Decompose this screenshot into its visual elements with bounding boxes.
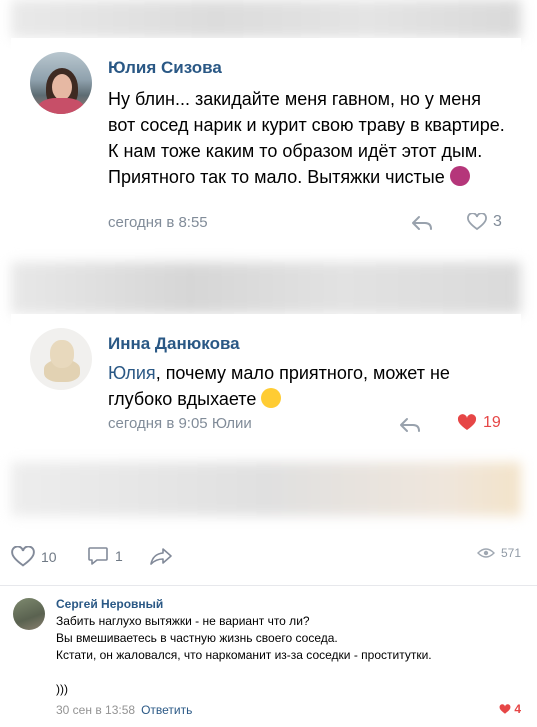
view-count: 571 <box>500 546 521 560</box>
heart-filled-icon <box>457 414 477 430</box>
post-like-count: 10 <box>41 549 57 565</box>
comment-date[interactable]: 30 сен в 13:58 <box>56 703 135 717</box>
like-button[interactable]: 19 <box>457 414 501 432</box>
heart-outline-icon <box>467 213 487 231</box>
comment-card: Юлия Сизова Ну блин... закидайте меня га… <box>11 38 521 262</box>
comment-author[interactable]: Сергей Неровный <box>56 597 163 611</box>
comment-time[interactable]: сегодня в 9:05 Юлии <box>108 415 252 432</box>
laughing-face-icon <box>261 388 282 408</box>
comment-text: Забить наглухо вытяжки - не вариант что … <box>56 614 432 696</box>
blurred-content-bottom <box>11 462 521 516</box>
mention-link[interactable]: Юлия <box>108 363 156 383</box>
comment-text: Ну блин... закидайте меня гавном, но у м… <box>108 89 505 187</box>
reply-comment: Сергей Неровный Забить наглухо вытяжки -… <box>0 590 537 727</box>
post-comment-count: 1 <box>115 548 123 564</box>
post-action-bar: 10 1 571 <box>11 540 521 576</box>
like-count: 19 <box>483 414 501 431</box>
like-button[interactable]: 3 <box>467 213 502 231</box>
like-count: 4 <box>514 702 521 716</box>
comment-meta: 30 сен в 13:58 Ответить <box>56 703 192 717</box>
post-share-button[interactable] <box>149 546 173 566</box>
blurred-content-middle <box>11 262 521 314</box>
comment-text: Юлия, почему мало приятного, может не гл… <box>108 363 450 409</box>
comment-author[interactable]: Юлия Сизова <box>108 58 222 78</box>
heart-outline-icon <box>11 546 35 567</box>
avatar[interactable] <box>30 328 92 390</box>
comment-card: Инна Данюкова Юлия, почему мало приятног… <box>11 314 521 462</box>
like-button[interactable]: 4 <box>499 702 521 716</box>
divider <box>0 585 537 586</box>
avatar[interactable] <box>30 52 92 114</box>
like-count: 3 <box>493 213 502 230</box>
share-icon <box>150 548 172 565</box>
reply-icon[interactable] <box>411 215 433 231</box>
eye-icon <box>476 548 495 558</box>
comment-time[interactable]: сегодня в 8:55 <box>108 214 208 231</box>
avatar[interactable] <box>13 598 45 630</box>
comment-author[interactable]: Инна Данюкова <box>108 334 240 354</box>
blurred-content-top <box>11 0 521 38</box>
post-like-button[interactable]: 10 <box>11 546 57 568</box>
woman-shrugging-icon <box>449 166 470 186</box>
reply-link[interactable]: Ответить <box>141 703 192 717</box>
comment-icon <box>88 547 108 565</box>
post-comment-button[interactable]: 1 <box>87 546 123 566</box>
reply-icon[interactable] <box>399 417 421 433</box>
heart-filled-icon <box>499 703 511 714</box>
post-views: 571 <box>476 546 521 560</box>
